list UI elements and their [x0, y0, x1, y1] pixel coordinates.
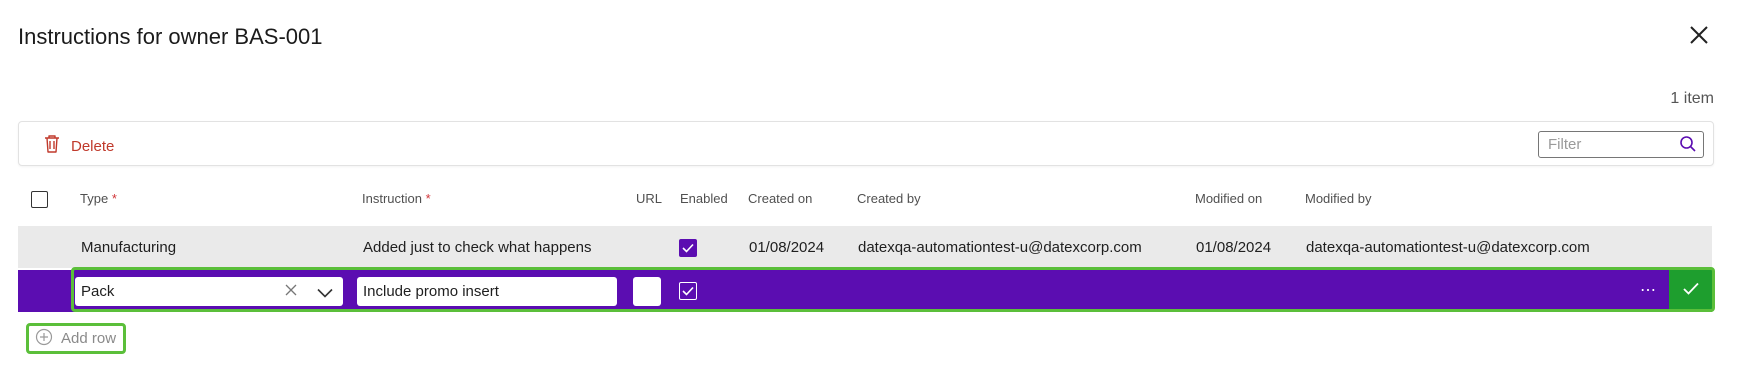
row-created-on: 01/08/2024 — [749, 239, 825, 256]
column-header-enabled[interactable]: Enabled — [680, 191, 728, 206]
row-enabled-checkbox[interactable] — [679, 239, 697, 257]
column-header-url[interactable]: URL — [636, 191, 662, 206]
close-icon[interactable] — [1686, 22, 1712, 48]
column-header-type[interactable]: Type * — [80, 191, 117, 206]
select-all-checkbox[interactable] — [31, 191, 48, 208]
row-modified-on: 01/08/2024 — [1196, 239, 1272, 256]
item-count: 1 item — [1670, 90, 1714, 107]
filter-field[interactable] — [1538, 131, 1704, 158]
column-header-instruction-label: Instruction — [362, 191, 422, 206]
column-header-modified-by[interactable]: Modified by — [1305, 191, 1371, 206]
grid-toolbar: Delete — [18, 121, 1714, 166]
filter-input[interactable] — [1546, 135, 1680, 154]
row-modified-by: datexqa-automationtest-u@datexcorp.com — [1306, 239, 1590, 256]
required-marker: * — [111, 191, 117, 206]
row-created-by: datexqa-automationtest-u@datexcorp.com — [858, 239, 1142, 256]
delete-label: Delete — [71, 137, 115, 155]
row-instruction: Added just to check what happens — [363, 239, 592, 256]
row-type: Manufacturing — [81, 239, 177, 256]
column-header-created-on[interactable]: Created on — [748, 191, 812, 206]
dialog-title: Instructions for owner BAS-001 — [18, 24, 323, 49]
trash-icon — [43, 134, 61, 158]
add-row-button[interactable]: Add row — [26, 323, 126, 354]
column-header-modified-on[interactable]: Modified on — [1195, 191, 1262, 206]
column-header-type-label: Type — [80, 191, 109, 206]
add-row-label: Add row — [61, 330, 117, 347]
column-header-created-by[interactable]: Created by — [857, 191, 921, 206]
column-header-instruction[interactable]: Instruction * — [362, 191, 431, 206]
search-icon[interactable] — [1679, 135, 1697, 158]
edit-row-highlight — [71, 267, 1715, 312]
required-marker: * — [425, 191, 431, 206]
plus-circle-icon — [35, 328, 53, 350]
delete-button[interactable]: Delete — [43, 134, 114, 158]
